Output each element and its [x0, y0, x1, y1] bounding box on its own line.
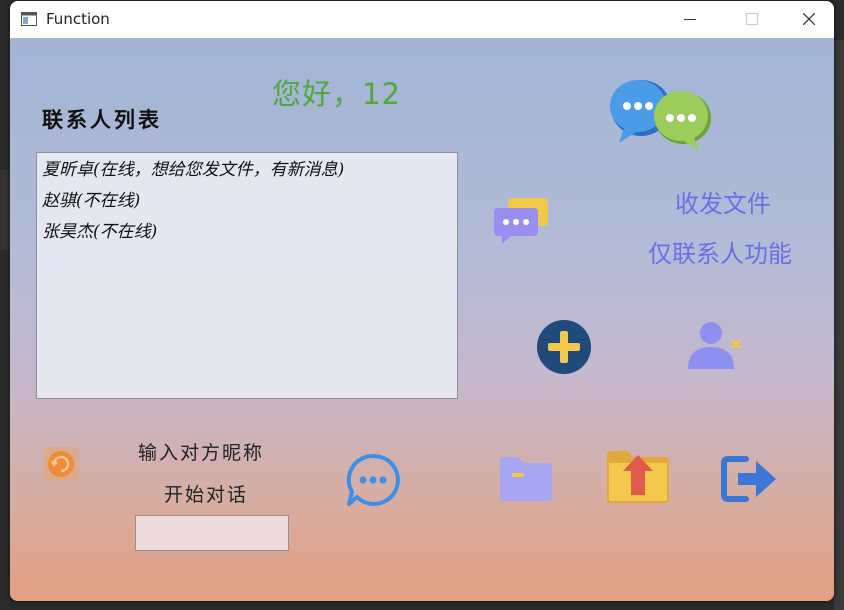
- refresh-icon[interactable]: [43, 446, 79, 482]
- title-bar[interactable]: Function: [10, 1, 834, 38]
- chat-start-icon[interactable]: [345, 452, 401, 508]
- contact-item[interactable]: 夏昕卓(在线，想给您发文件，有新消息): [42, 155, 457, 186]
- contact-item[interactable]: 赵骐(不在线): [42, 186, 457, 217]
- main-content: 您好，12 联系人列表 夏昕卓(在线，想给您发文件，有新消息) 赵骐(不在线) …: [10, 38, 834, 601]
- background-window: [0, 170, 10, 250]
- close-button[interactable]: [786, 1, 832, 38]
- feature-send-files: 收发文件: [675, 190, 771, 218]
- upload-file-icon[interactable]: [605, 449, 671, 505]
- contact-list[interactable]: 夏昕卓(在线，想给您发文件，有新消息) 赵骐(不在线) 张昊杰(不在线): [36, 152, 458, 399]
- nickname-prompt: 输入对方昵称: [138, 442, 265, 464]
- close-icon: [803, 13, 815, 25]
- contact-list-title: 联系人列表: [42, 107, 162, 132]
- function-window: Function 您好，12 联系人列表 夏昕卓(在线，想给您发文件，有新消息)…: [10, 1, 834, 601]
- start-chat-prompt: 开始对话: [164, 484, 249, 506]
- background-window: [834, 40, 844, 610]
- add-contact-plus-icon[interactable]: [536, 319, 592, 375]
- folder-icon[interactable]: [498, 455, 554, 503]
- minimize-button[interactable]: [667, 1, 713, 38]
- feature-contacts-only: 仅联系人功能: [648, 240, 792, 268]
- logout-icon[interactable]: [720, 453, 780, 505]
- chat-bubbles-logo-icon: [610, 80, 711, 151]
- app-window-icon: [21, 12, 37, 26]
- contact-item[interactable]: 张昊杰(不在线): [42, 217, 457, 248]
- maximize-button[interactable]: [729, 1, 775, 38]
- maximize-icon: [746, 13, 758, 25]
- minimize-icon: [684, 19, 696, 20]
- remove-user-icon[interactable]: [686, 320, 746, 370]
- nickname-input[interactable]: [135, 515, 289, 551]
- greeting-label: 您好，12: [272, 77, 401, 111]
- message-bubble-icon[interactable]: [492, 196, 550, 246]
- window-title: Function: [46, 10, 110, 28]
